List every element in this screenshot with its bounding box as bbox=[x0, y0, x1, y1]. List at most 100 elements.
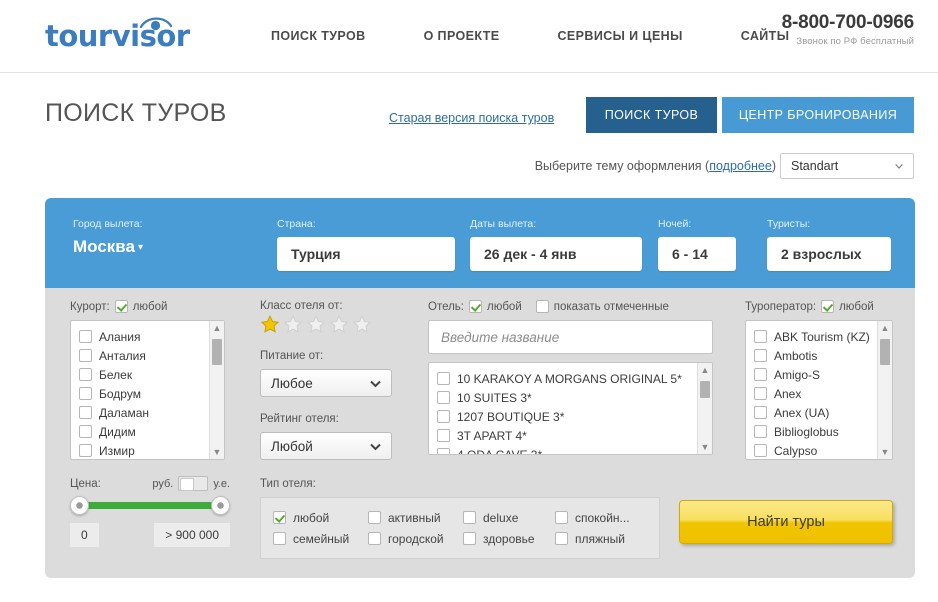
hotel-show-marked-checkbox[interactable] bbox=[535, 300, 549, 313]
find-tours-button[interactable]: Найти туры bbox=[679, 500, 893, 544]
resort-checkbox[interactable] bbox=[79, 368, 92, 381]
hotel-type-item[interactable]: семейный bbox=[273, 532, 368, 546]
meal-select[interactable]: Любое bbox=[260, 369, 392, 397]
list-item[interactable]: 4 ODA CAVE 3* bbox=[429, 445, 712, 454]
operator-checkbox[interactable] bbox=[754, 387, 767, 400]
star-icon-empty[interactable] bbox=[283, 315, 303, 334]
list-item[interactable]: 1207 BOUTIQUE 3* bbox=[429, 407, 712, 426]
dates-value[interactable]: 26 дек - 4 янв bbox=[470, 237, 642, 271]
list-item[interactable]: 3T APART 4* bbox=[429, 426, 712, 445]
hotel-type-item[interactable]: пляжный bbox=[555, 532, 650, 546]
scrollbar-thumb[interactable] bbox=[700, 381, 710, 398]
scroll-down-icon[interactable]: ▼ bbox=[878, 445, 892, 459]
list-item[interactable]: Дидим bbox=[71, 422, 224, 441]
list-item[interactable]: 10 SUITES 3* bbox=[429, 388, 712, 407]
hotel-type-item[interactable]: deluxe bbox=[463, 511, 555, 525]
list-item[interactable]: Anex bbox=[746, 384, 892, 403]
star-icon-empty[interactable] bbox=[329, 315, 349, 334]
currency-toggle[interactable]: руб. у.е. bbox=[152, 476, 230, 491]
list-item[interactable]: Anex (UA) bbox=[746, 403, 892, 422]
resort-checkbox[interactable] bbox=[79, 425, 92, 438]
hotel-type-checkbox[interactable] bbox=[555, 511, 568, 524]
hotel-type-checkbox[interactable] bbox=[463, 532, 476, 545]
operator-checkbox[interactable] bbox=[754, 330, 767, 343]
hotel-type-checkbox[interactable] bbox=[555, 532, 568, 545]
hotel-scrollbar[interactable]: ▲ ▼ bbox=[697, 363, 712, 454]
list-item[interactable]: Amigo-S bbox=[746, 365, 892, 384]
list-item[interactable]: Анталия› bbox=[71, 346, 224, 365]
list-item[interactable]: Алания› bbox=[71, 327, 224, 346]
operator-checkbox[interactable] bbox=[754, 349, 767, 362]
operator-checkbox[interactable] bbox=[754, 406, 767, 419]
resort-checkbox[interactable] bbox=[79, 349, 92, 362]
nights-value[interactable]: 6 - 14 bbox=[658, 237, 736, 271]
list-item[interactable]: Даламан› bbox=[71, 403, 224, 422]
list-item[interactable]: Biblioglobus bbox=[746, 422, 892, 441]
star-icon-empty[interactable] bbox=[306, 315, 326, 334]
hotel-listbox[interactable]: 10 KARAKOY A MORGANS ORIGINAL 5* 10 SUIT… bbox=[428, 362, 713, 455]
tab-booking-center[interactable]: ЦЕНТР БРОНИРОВАНИЯ bbox=[722, 97, 914, 133]
departure-city-value[interactable]: Москва ▾ bbox=[73, 237, 263, 257]
tab-search-tours[interactable]: ПОИСК ТУРОВ bbox=[586, 97, 717, 133]
price-max-value[interactable]: > 900 000 bbox=[154, 523, 230, 547]
resort-checkbox[interactable] bbox=[79, 444, 92, 457]
rating-select[interactable]: Любой bbox=[260, 432, 392, 460]
list-item[interactable]: ABK Tourism (KZ) bbox=[746, 327, 892, 346]
find-tours-button-label[interactable]: Найти туры bbox=[679, 500, 893, 544]
scrollbar-thumb[interactable] bbox=[880, 339, 890, 365]
hotel-type-item[interactable]: спокойн... bbox=[555, 511, 650, 525]
scroll-up-icon[interactable]: ▲ bbox=[878, 321, 892, 335]
country-value[interactable]: Турция bbox=[277, 237, 455, 271]
resort-checkbox[interactable] bbox=[79, 406, 92, 419]
hotel-any-checkbox[interactable] bbox=[469, 300, 482, 313]
hotel-type-checkbox[interactable] bbox=[273, 511, 286, 524]
hotel-checkbox[interactable] bbox=[437, 410, 450, 423]
hotel-type-checkbox[interactable] bbox=[368, 532, 381, 545]
hotel-class-stars[interactable] bbox=[260, 315, 392, 334]
hotel-type-item[interactable]: любой bbox=[273, 511, 368, 525]
resort-scrollbar[interactable]: ▲ ▼ bbox=[209, 321, 224, 459]
hotel-type-checkbox[interactable] bbox=[463, 511, 476, 524]
nav-item-o-proekte[interactable]: О ПРОЕКТЕ bbox=[424, 29, 500, 43]
currency-switch[interactable] bbox=[178, 476, 209, 491]
list-item[interactable]: 10 KARAKOY A MORGANS ORIGINAL 5* bbox=[429, 369, 712, 388]
list-item[interactable]: Ambotis bbox=[746, 346, 892, 365]
operator-checkbox[interactable] bbox=[754, 425, 767, 438]
scroll-down-icon[interactable]: ▼ bbox=[698, 440, 712, 454]
list-item[interactable]: Calypso bbox=[746, 441, 892, 459]
list-item[interactable]: Белек› bbox=[71, 365, 224, 384]
hotel-checkbox[interactable] bbox=[437, 429, 450, 442]
phone-number[interactable]: 8-800-700-0966 bbox=[782, 12, 915, 34]
hotel-type-item[interactable]: здоровье bbox=[463, 532, 555, 546]
price-slider-max-handle[interactable] bbox=[211, 496, 230, 515]
old-version-link[interactable]: Старая версия поиска туров bbox=[389, 111, 554, 125]
hotel-checkbox[interactable] bbox=[437, 391, 450, 404]
price-slider[interactable] bbox=[70, 496, 230, 515]
scrollbar-thumb[interactable] bbox=[212, 339, 222, 365]
resort-listbox[interactable]: Алания› Анталия› Белек› Бодрум› Даламан›… bbox=[70, 320, 225, 460]
hotel-search-input[interactable]: Введите название bbox=[428, 320, 713, 354]
scroll-up-icon[interactable]: ▲ bbox=[210, 321, 224, 335]
operator-listbox[interactable]: ABK Tourism (KZ) Ambotis Amigo-S Anex An… bbox=[745, 320, 893, 460]
hotel-type-item[interactable]: активный bbox=[368, 511, 463, 525]
hotel-type-checkbox[interactable] bbox=[368, 511, 381, 524]
list-item[interactable]: Измир bbox=[71, 441, 224, 459]
operator-checkbox[interactable] bbox=[754, 368, 767, 381]
operator-scrollbar[interactable]: ▲ ▼ bbox=[877, 321, 892, 459]
resort-any-checkbox[interactable] bbox=[114, 300, 128, 313]
logo[interactable]: tourvisor bbox=[45, 13, 235, 59]
resort-checkbox[interactable] bbox=[79, 387, 92, 400]
list-item[interactable]: Бодрум› bbox=[71, 384, 224, 403]
hotel-type-checkbox[interactable] bbox=[273, 532, 286, 545]
star-icon-filled[interactable] bbox=[260, 315, 280, 334]
star-icon-empty[interactable] bbox=[352, 315, 372, 334]
nav-item-servisy-i-tseny[interactable]: СЕРВИСЫ И ЦЕНЫ bbox=[558, 29, 683, 43]
hotel-checkbox[interactable] bbox=[437, 448, 450, 454]
operator-checkbox[interactable] bbox=[754, 444, 767, 457]
nav-item-poisk-turov[interactable]: ПОИСК ТУРОВ bbox=[271, 29, 366, 43]
tourists-value[interactable]: 2 взрослых bbox=[767, 237, 891, 271]
theme-select[interactable]: Standart bbox=[780, 153, 914, 179]
hotel-type-item[interactable]: городской bbox=[368, 532, 463, 546]
theme-details-link[interactable]: подробнее bbox=[709, 159, 772, 173]
scroll-up-icon[interactable]: ▲ bbox=[698, 363, 712, 377]
